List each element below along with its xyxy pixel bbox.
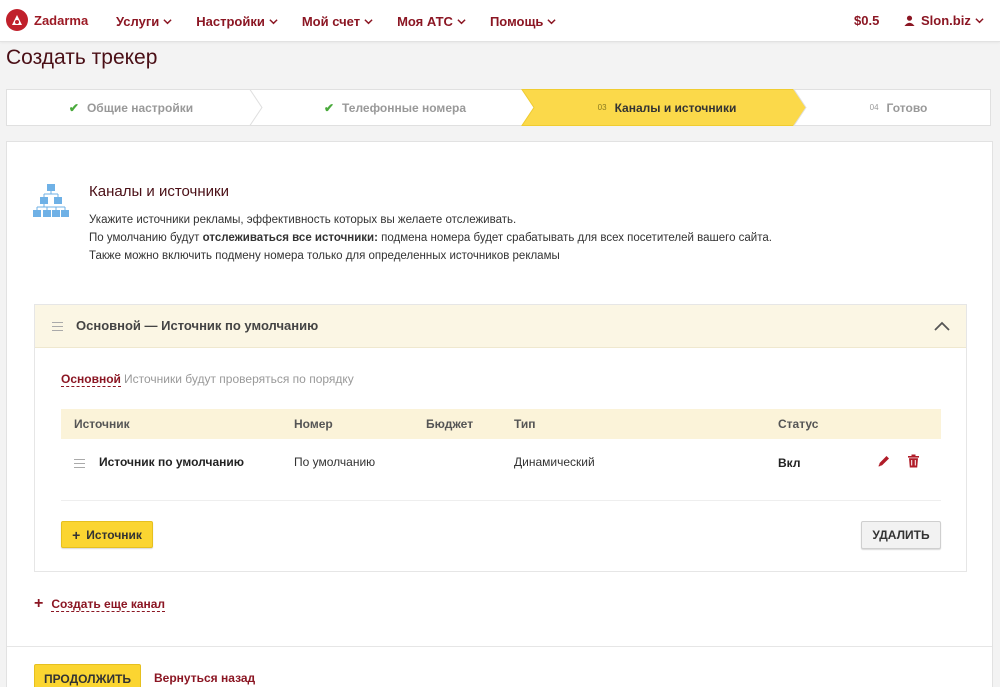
tab-hint: Источники будут проверяться по порядку xyxy=(124,372,354,386)
column-header-number: Номер xyxy=(294,417,333,431)
description-line-2: По умолчанию будут отслеживаться все ист… xyxy=(89,229,949,247)
page-title: Создать трекер xyxy=(6,46,158,69)
step-phone-numbers[interactable]: ✔ Телефонные номера xyxy=(262,89,528,126)
channel-header[interactable]: Основной — Источник по умолчанию xyxy=(35,305,966,348)
checkmark-icon: ✔ xyxy=(323,100,335,115)
divider xyxy=(7,646,992,647)
brand-name: Zadarma xyxy=(34,12,89,28)
nav-item-settings[interactable]: Настройки xyxy=(184,0,290,42)
step-channels-sources[interactable]: 03 Каналы и источники xyxy=(534,89,800,126)
add-source-button[interactable]: + Источник xyxy=(61,521,153,548)
column-header-status: Статус xyxy=(778,417,819,431)
brand-logo[interactable]: Zadarma xyxy=(6,9,88,31)
source-name: Источник по умолчанию xyxy=(99,455,244,469)
trash-icon[interactable] xyxy=(907,454,920,468)
source-status: Вкл xyxy=(778,456,801,470)
chevron-down-icon xyxy=(163,18,172,24)
continue-button[interactable]: ПРОДОЛЖИТЬ xyxy=(34,664,141,687)
description-text: подмена номера будет срабатывать для все… xyxy=(377,232,772,244)
chevron-down-icon xyxy=(975,18,984,24)
step-general-settings[interactable]: ✔ Общие настройки xyxy=(6,89,256,126)
add-channel-link[interactable]: + Создать еще канал xyxy=(34,595,166,613)
plus-icon: + xyxy=(34,595,44,612)
step-done[interactable]: 04 Готово xyxy=(806,89,991,126)
edit-pencil-icon[interactable] xyxy=(877,454,891,468)
account-balance[interactable]: $0.5 xyxy=(854,13,879,28)
main-menu: Услуги Настройки Мой счет Моя АТС Помощь xyxy=(104,0,568,42)
back-link[interactable]: Вернуться назад xyxy=(154,671,255,685)
user-icon xyxy=(904,15,915,26)
description-line-3: Также можно включить подмену номера толь… xyxy=(89,250,560,262)
table-row: Источник по умолчанию По умолчанию Динам… xyxy=(61,439,941,501)
drag-handle-icon[interactable] xyxy=(52,322,63,331)
chevron-down-icon xyxy=(269,18,278,24)
chevron-down-icon xyxy=(457,18,466,24)
sources-table: Источник Номер Бюджет Тип Статус Источни… xyxy=(61,409,941,501)
plus-icon: + xyxy=(72,526,81,543)
drag-handle-icon[interactable] xyxy=(74,459,85,468)
description-line-1: Укажите источники рекламы, эффективность… xyxy=(89,214,517,226)
nav-item-label: Помощь xyxy=(489,13,544,29)
main-panel: Каналы и источники Укажите источники рек… xyxy=(6,141,993,687)
description-text: По умолчанию будут xyxy=(89,232,203,244)
section-description: Укажите источники рекламы, эффективность… xyxy=(89,211,949,265)
nav-item-help[interactable]: Помощь xyxy=(478,0,568,42)
add-channel-label: Создать еще канал xyxy=(51,596,166,612)
chevron-down-icon xyxy=(547,18,557,24)
wizard-steps: ✔ Общие настройки ✔ Телефонные номера 03… xyxy=(6,89,991,126)
step-label: Каналы и источники xyxy=(614,100,737,115)
add-source-label: Источник xyxy=(86,527,142,542)
zadarma-logo-icon xyxy=(6,9,28,31)
nav-item-label: Мой счет xyxy=(301,13,361,29)
user-menu[interactable]: Slon.biz xyxy=(904,13,984,28)
nav-item-my-account[interactable]: Мой счет xyxy=(290,0,385,42)
table-header: Источник Номер Бюджет Тип Статус xyxy=(61,409,941,439)
channel-card: Основной — Источник по умолчанию Основно… xyxy=(34,304,967,572)
column-header-type: Тип xyxy=(514,417,536,431)
nav-item-label: Настройки xyxy=(196,13,265,29)
source-type: Динамический xyxy=(514,455,595,469)
description-bold-text: отслеживаться все источники: xyxy=(202,232,378,244)
hierarchy-icon xyxy=(33,184,69,217)
step-number: 04 xyxy=(869,103,879,112)
chevron-up-icon[interactable] xyxy=(933,319,951,333)
step-label: Готово xyxy=(886,100,928,115)
top-navigation-bar: Zadarma Услуги Настройки Мой счет Моя АТ… xyxy=(0,0,1000,42)
source-number: По умолчанию xyxy=(294,455,376,469)
chevron-down-icon xyxy=(364,18,373,24)
step-label: Общие настройки xyxy=(86,100,194,115)
nav-item-services[interactable]: Услуги xyxy=(104,0,184,42)
section-title: Каналы и источники xyxy=(89,183,229,200)
column-header-budget: Бюджет xyxy=(426,417,474,431)
tab-main[interactable]: Основной xyxy=(61,372,121,387)
step-label: Телефонные номера xyxy=(342,100,466,115)
channel-title: Основной — Источник по умолчанию xyxy=(76,318,319,333)
nav-item-label: Моя АТС xyxy=(397,13,453,29)
nav-item-my-pbx[interactable]: Моя АТС xyxy=(385,0,478,42)
checkmark-icon: ✔ xyxy=(68,100,79,115)
step-number: 03 xyxy=(597,103,607,112)
user-name: Slon.biz xyxy=(921,13,971,28)
delete-channel-button[interactable]: УДАЛИТЬ xyxy=(861,521,941,549)
nav-item-label: Услуги xyxy=(116,13,160,29)
column-header-source: Источник xyxy=(74,417,130,431)
